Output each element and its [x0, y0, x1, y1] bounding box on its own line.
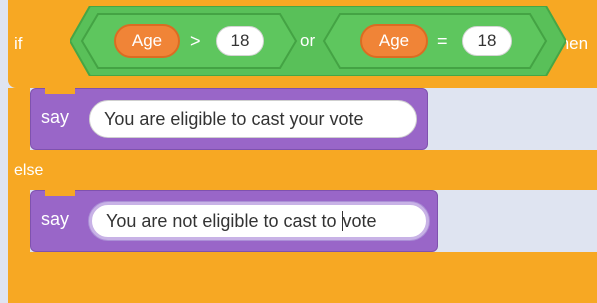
input-text-after-caret: vote — [342, 210, 377, 231]
compare-value-input[interactable]: 18 — [216, 26, 264, 56]
equals-operator: = — [437, 31, 448, 51]
block-notch — [45, 190, 75, 196]
if-keyword: if — [14, 34, 23, 53]
script-canvas: if then else Age > 18 or Age = 18 say Yo… — [0, 0, 597, 303]
say-text-input[interactable]: You are eligible to cast your vote — [89, 100, 417, 138]
say-keyword: say — [41, 107, 70, 127]
else-bar[interactable] — [8, 150, 597, 190]
else-keyword: else — [14, 162, 44, 179]
if-footer[interactable] — [8, 252, 597, 303]
greater-than-operator: > — [190, 31, 201, 51]
or-operator-block[interactable]: Age > 18 or Age = 18 — [70, 6, 566, 76]
age-variable-reporter[interactable]: Age — [114, 24, 180, 58]
compare-value-input[interactable]: 18 — [462, 26, 512, 56]
input-text-before-caret: You are not eligible to cast to — [106, 210, 342, 231]
say-text-input-editing[interactable]: You are not eligible to cast to vote — [89, 202, 429, 240]
if-else-block[interactable]: if then else Age > 18 or Age = 18 say Yo… — [0, 0, 597, 303]
say-keyword: say — [41, 209, 70, 229]
say-block[interactable]: say You are not eligible to cast to vote — [30, 190, 438, 252]
or-keyword: or — [300, 31, 316, 50]
block-notch — [45, 88, 75, 94]
say-block[interactable]: say You are eligible to cast your vote — [30, 88, 428, 150]
age-variable-reporter[interactable]: Age — [360, 24, 428, 58]
